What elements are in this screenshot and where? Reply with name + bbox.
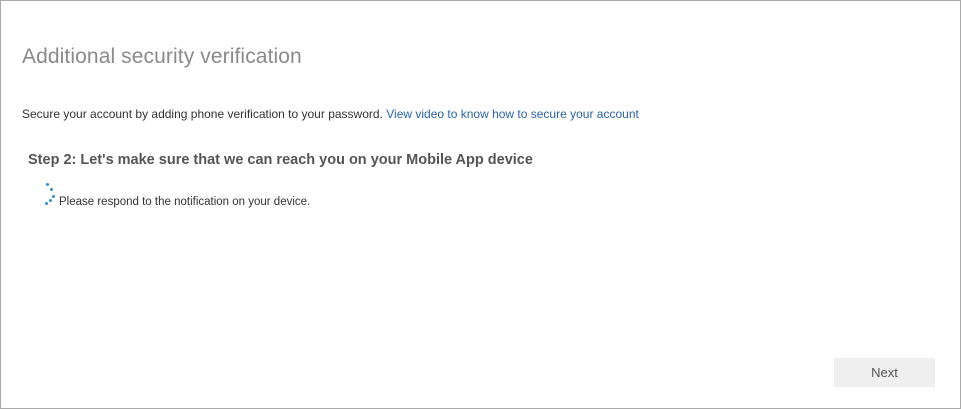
spinner-dot [49, 199, 52, 202]
spinner-dot [52, 195, 55, 198]
spinner-dot [46, 183, 49, 186]
intro-paragraph: Secure your account by adding phone veri… [22, 107, 639, 121]
verification-panel: Additional security verification Secure … [0, 0, 961, 409]
page-title: Additional security verification [22, 45, 302, 68]
notification-notice: Please respond to the notification on yo… [59, 196, 311, 208]
spinner-dot [50, 188, 53, 191]
view-video-link[interactable]: View video to know how to secure your ac… [386, 107, 639, 121]
intro-text: Secure your account by adding phone veri… [22, 107, 383, 121]
loading-spinner-icon [44, 181, 58, 207]
step-heading: Step 2: Let's make sure that we can reac… [28, 152, 533, 168]
spinner-dot [45, 202, 48, 205]
next-button[interactable]: Next [834, 358, 935, 387]
